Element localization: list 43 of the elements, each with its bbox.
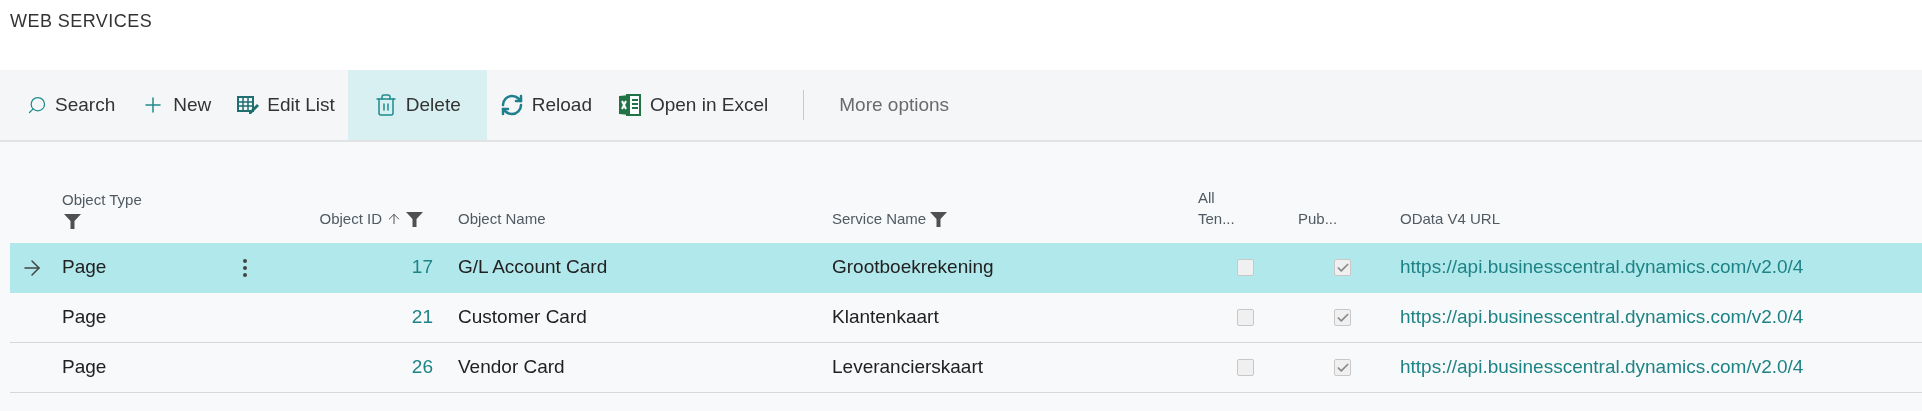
search-icon: [27, 95, 47, 115]
table-cell-text: Page: [62, 305, 108, 330]
table-row[interactable]: Page 26 Vendor Card Leverancierskaart https://api.businesscentral.dynamics.com/v2.0/4: [10, 343, 1922, 393]
column-header[interactable]: Pub...: [1298, 209, 1338, 229]
table-row[interactable]: Page 17 G/L Account Card Grootboekrekening https://api.businesscentral.dynamics.com/v2.0/4: [10, 243, 1922, 293]
table-cell-text: Leverancierskaart: [832, 355, 985, 380]
column-header[interactable]: Object Name: [458, 209, 546, 229]
filter-icon[interactable]: [406, 211, 423, 227]
toolbar-button[interactable]: Search: [14, 70, 129, 140]
object-id-link[interactable]: 26: [411, 353, 433, 382]
filter-icon[interactable]: [930, 211, 948, 227]
column-header[interactable]: OData V4 URL: [1400, 209, 1501, 229]
column-header[interactable]: Service Name: [832, 209, 927, 229]
checkbox[interactable]: [1334, 359, 1351, 376]
toolbar-button[interactable]: Delete: [347, 70, 487, 140]
table-row[interactable]: Page 21 Customer Card Klantenkaart https://api.businesscentral.dynamics.com/v2.0/4: [10, 293, 1922, 343]
url-link[interactable]: https://api.businesscentral.dynamics.com/v2.0/4: [1400, 353, 1922, 382]
checkbox[interactable]: [1236, 359, 1254, 376]
column-header[interactable]: All Ten...: [1198, 187, 1238, 229]
trash-icon: [373, 93, 398, 117]
page-title: WEB SERVICES: [10, 11, 153, 31]
checkbox[interactable]: [1334, 309, 1351, 326]
toolbar-button[interactable]: New: [128, 70, 225, 140]
spreadsheet-icon: [617, 93, 642, 117]
table-cell-text: Klantenkaart: [832, 305, 940, 330]
toolbar-button[interactable]: Reload: [486, 70, 605, 140]
url-link[interactable]: https://api.businesscentral.dynamics.com/v2.0/4: [1400, 303, 1922, 332]
filter-icon[interactable]: [64, 214, 81, 229]
table-cell-text: Page: [62, 355, 108, 380]
toolbar-button[interactable]: Open in Excel: [604, 70, 782, 140]
table-cell-text: Grootboekrekening: [832, 255, 995, 280]
edit-list-icon: [237, 95, 260, 115]
refresh-icon: [499, 93, 524, 117]
toolbar-button[interactable]: Edit List: [224, 70, 348, 140]
column-header[interactable]: Object Type: [62, 190, 142, 210]
column-header[interactable]: Object ID: [319, 209, 382, 229]
more-options-button[interactable]: More options: [826, 70, 963, 140]
sort-ascending-icon: [386, 211, 402, 227]
object-id-link[interactable]: 21: [411, 303, 433, 332]
checkbox[interactable]: [1236, 259, 1254, 276]
checkbox[interactable]: [1334, 259, 1351, 276]
checkbox[interactable]: [1236, 309, 1254, 326]
table-cell-text: Page: [62, 255, 108, 280]
